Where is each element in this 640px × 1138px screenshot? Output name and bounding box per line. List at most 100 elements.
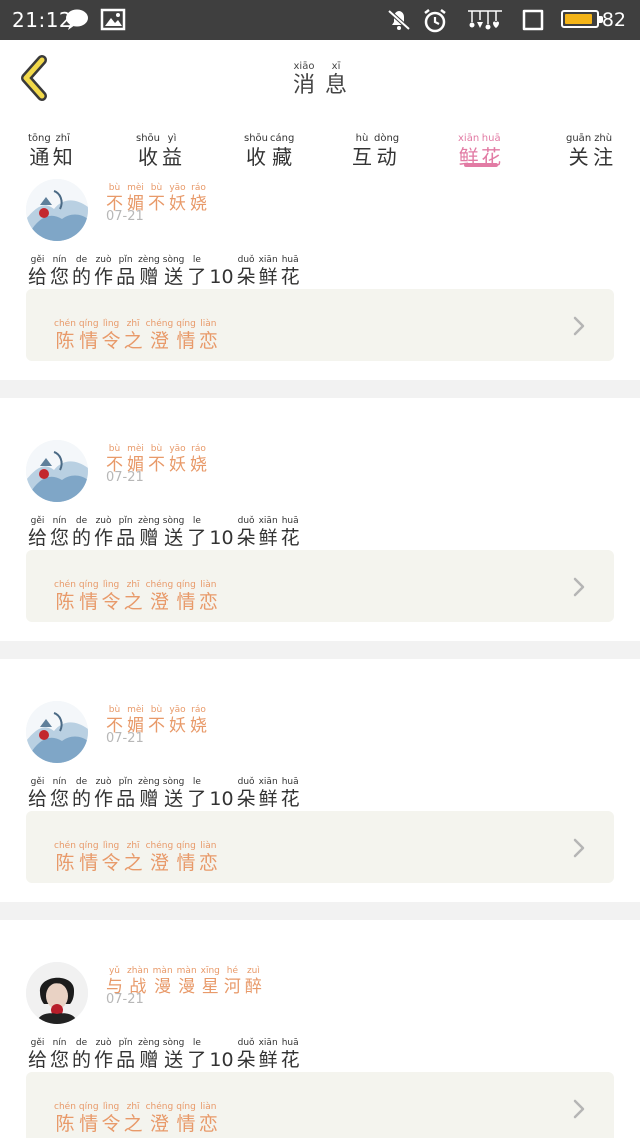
notification-date: 07-21	[106, 470, 144, 485]
notification-message: gěi 给 nín 您 de 的 zuò 作 pǐn 品 zèng 赠 sòng 送 le 了 10 duǒ 朵 x…	[28, 1030, 300, 1070]
user-avatar[interactable]	[26, 440, 88, 502]
username[interactable]: yǔ 与 zhàn 战 màn 漫 màn 漫 xīng 星 hé 河 zuì 醉	[106, 958, 262, 996]
username[interactable]: bù 不 mèi 媚 bù 不 yāo 妖 ráo 娆	[106, 436, 207, 474]
hanzi: 情	[176, 591, 196, 613]
pinyin: xī	[331, 61, 341, 72]
pinyin: gěi	[30, 516, 45, 526]
pinyin	[220, 778, 223, 787]
ruby-char: lìng 令	[102, 1103, 121, 1134]
work-link[interactable]: chén 陈 qíng 情 lìng 令 zhī 之 chéng 澄 qíng 情 liàn 恋	[26, 550, 614, 622]
pinyin: màn	[176, 966, 197, 976]
ruby-char: yāo 妖	[169, 445, 186, 474]
hanzi: 10	[209, 266, 234, 288]
pinyin: shōu	[244, 133, 269, 144]
work-link[interactable]: chén 陈 qíng 情 lìng 令 zhī 之 chéng 澄 qíng 情 liàn 恋	[26, 1072, 614, 1138]
ruby-char: sòng 送	[163, 1039, 185, 1070]
username[interactable]: bù 不 mèi 媚 bù 不 yāo 妖 ráo 娆	[106, 175, 207, 213]
pinyin: zèng	[138, 777, 160, 787]
pinyin: zèng	[138, 516, 160, 526]
notification-list: bù 不 mèi 媚 bù 不 yāo 妖 ráo 娆 07-21 gěi 给 nín 您 de 的 zuò 作 pǐ…	[0, 172, 640, 1138]
hanzi: 鲜	[258, 788, 278, 810]
notification-message: gěi 给 nín 您 de 的 zuò 作 pǐn 品 zèng 赠 sòng 送 le 了 10 duǒ 朵 x…	[28, 769, 300, 809]
hanzi: 收	[138, 145, 158, 169]
hanzi: 您	[50, 527, 70, 549]
hanzi: 鲜	[258, 527, 278, 549]
hanzi: 陈	[55, 1113, 75, 1135]
work-link[interactable]: chén 陈 qíng 情 lìng 令 zhī 之 chéng 澄 qíng 情 liàn 恋	[26, 811, 614, 883]
pinyin: zhī	[126, 319, 140, 329]
pinyin: xiāo	[293, 61, 315, 72]
hanzi: 您	[50, 266, 70, 288]
ruby-char: guān 关	[566, 134, 591, 168]
ruby-char: pǐn 品	[116, 778, 135, 809]
hanzi: 不	[148, 194, 165, 214]
user-avatar[interactable]	[26, 179, 88, 241]
hanzi: 的	[72, 266, 92, 288]
message-text: gěi 给 nín 您 de 的 zuò 作 pǐn 品 zèng 赠 sòng 送 le 了 10 duǒ 朵 x…	[28, 778, 300, 809]
ruby-char: liàn 恋	[199, 842, 218, 873]
pinyin: huā	[481, 133, 501, 144]
ruby-char: zuò 作	[94, 778, 113, 809]
pinyin: qíng	[176, 841, 196, 851]
username[interactable]: bù 不 mèi 媚 bù 不 yāo 妖 ráo 娆	[106, 697, 207, 735]
pinyin: pǐn	[118, 1038, 133, 1048]
user-avatar[interactable]	[26, 701, 88, 763]
pinyin: xīng	[200, 966, 220, 976]
pinyin: yì	[167, 133, 177, 144]
hanzi: 恋	[198, 1113, 218, 1135]
chevron-right-icon	[572, 837, 586, 859]
tab-notice[interactable]: tōng 通 zhī 知	[28, 126, 73, 169]
pinyin: nín	[52, 516, 67, 526]
chat-bubble-icon	[64, 8, 90, 36]
hanzi: 注	[593, 145, 614, 169]
tab-favorites[interactable]: shōu 收 cáng 藏	[244, 126, 294, 169]
hanzi: 10	[209, 527, 234, 549]
ruby-char: zhù 注	[593, 134, 614, 169]
pinyin: zuò	[95, 516, 112, 526]
title-text: xiāo 消 xī 息	[293, 62, 347, 97]
ruby-char: duǒ 朵	[237, 1039, 256, 1070]
pinyin: ráo	[191, 444, 206, 454]
tab-follow[interactable]: guān 关 zhù 注	[566, 126, 614, 169]
hanzi: 妖	[169, 716, 186, 736]
active-tab-indicator	[464, 163, 498, 167]
pinyin: duǒ	[237, 1038, 255, 1048]
pinyin: lìng	[102, 841, 120, 851]
pinyin: liàn	[200, 1102, 217, 1112]
pinyin: bù	[150, 444, 163, 454]
ruby-char: xiān 鲜	[259, 517, 278, 548]
pinyin: sòng	[162, 516, 185, 526]
notification-message: gěi 给 nín 您 de 的 zuò 作 pǐn 品 zèng 赠 sòng 送 le 了 10 duǒ 朵 x…	[28, 247, 300, 287]
hanzi: 河	[223, 977, 241, 997]
tab-earnings[interactable]: shōu 收 yì 益	[136, 126, 182, 169]
ruby-char: 10	[209, 517, 233, 548]
tab-interaction[interactable]: hù 互 dòng 动	[352, 126, 399, 169]
ruby-char: màn 漫	[177, 967, 197, 996]
pinyin: zhī	[126, 841, 140, 851]
hanzi: 收	[246, 145, 266, 169]
battery-percent: 82	[601, 9, 626, 31]
pinyin: duǒ	[237, 516, 255, 526]
signal-icon	[466, 8, 504, 36]
ruby-char: tōng 通	[28, 134, 51, 168]
ruby-char: yì 益	[162, 133, 182, 168]
ruby-char: xīng 星	[201, 967, 220, 996]
user-avatar[interactable]	[26, 962, 88, 1024]
hanzi: 作	[94, 266, 114, 288]
work-link[interactable]: chén 陈 qíng 情 lìng 令 zhī 之 chéng 澄 qíng 情 liàn 恋	[26, 289, 614, 361]
hanzi: 之	[123, 1113, 143, 1135]
ruby-char: xiān 鲜	[259, 1039, 278, 1070]
hanzi: 知	[52, 145, 73, 169]
pinyin: chén	[54, 580, 76, 590]
hanzi: 情	[79, 1113, 99, 1135]
tab-flowers[interactable]: xiān 鲜 huā 花	[458, 126, 501, 168]
ruby-char: pǐn 品	[116, 1039, 135, 1070]
ruby-char: ráo 娆	[190, 184, 207, 213]
hanzi: 动	[376, 145, 397, 169]
ruby-char: chén 陈	[54, 1103, 76, 1134]
ruby-char: yāo 妖	[169, 184, 186, 213]
pinyin: zhàn	[127, 966, 149, 976]
ruby-char: qíng 情	[79, 842, 99, 873]
pinyin	[220, 256, 223, 265]
ruby-char: chén 陈	[54, 581, 76, 612]
